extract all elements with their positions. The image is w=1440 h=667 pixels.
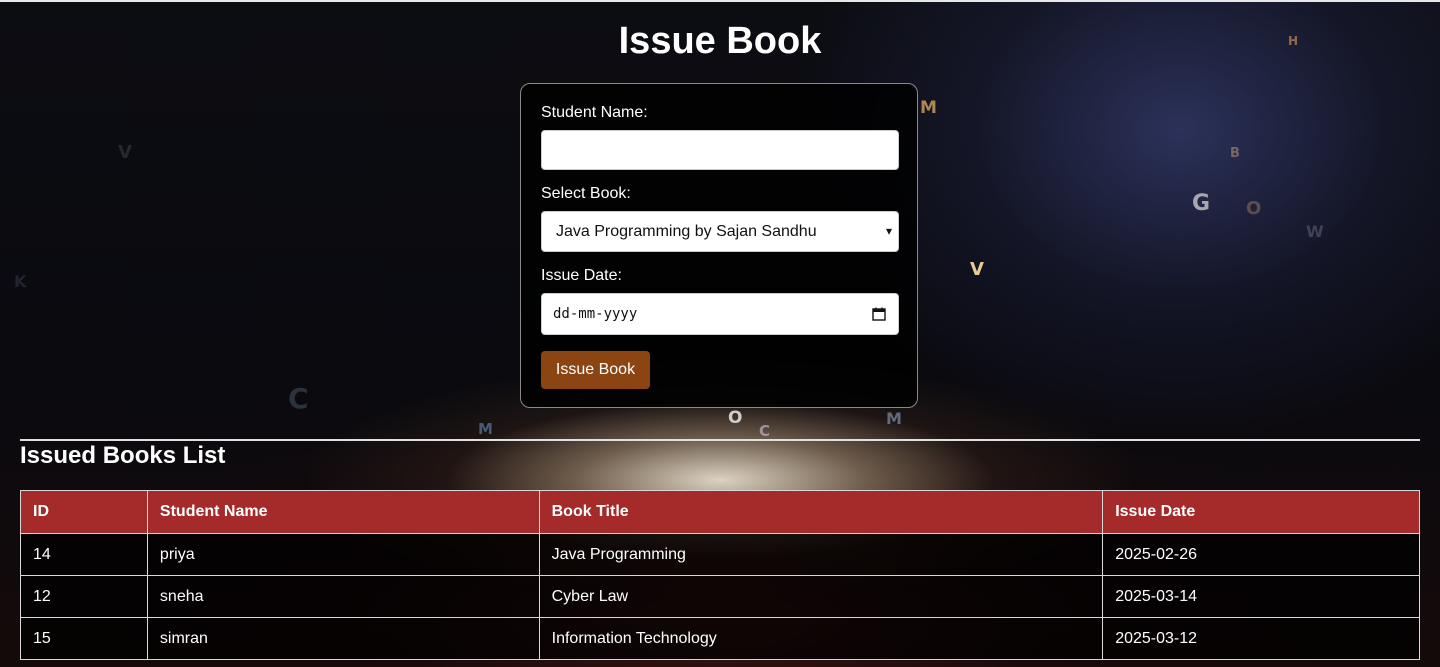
issued-books-title: Issued Books List — [20, 442, 226, 469]
background-letter: M — [478, 420, 493, 438]
issue-date-placeholder: dd-mm-yyyy — [553, 306, 638, 322]
background-letter: K — [14, 272, 27, 291]
background-letter: B — [1230, 146, 1240, 161]
calendar-icon[interactable] — [872, 307, 886, 321]
background-letter: V — [970, 259, 984, 280]
page-title: Issue Book — [618, 20, 822, 62]
cell-issue-date: 2025-03-14 — [1102, 575, 1420, 618]
background-letter: C — [759, 422, 771, 440]
cell-student-name: simran — [146, 617, 540, 660]
student-name-label: Student Name: — [541, 104, 648, 121]
background-letter: G — [1192, 191, 1211, 216]
column-header-book-title: Book Title — [538, 490, 1104, 534]
issued-books-table: ID Student Name Book Title Issue Date 14… — [20, 490, 1420, 660]
background-letter: M — [886, 409, 902, 428]
issue-book-button[interactable]: Issue Book — [541, 351, 650, 389]
book-select[interactable]: Java Programming by Sajan Sandhu ▾ — [541, 211, 899, 252]
issue-date-input[interactable]: dd-mm-yyyy — [541, 293, 899, 335]
cell-id: 15 — [20, 617, 148, 660]
background-letter: O — [1246, 198, 1262, 219]
issue-book-form: Student Name: Select Book: Java Programm… — [520, 83, 918, 408]
column-header-issue-date: Issue Date — [1102, 490, 1420, 534]
table-row: 14 priya Java Programming 2025-02-26 — [20, 533, 1420, 576]
cell-student-name: priya — [146, 533, 540, 576]
cell-book-title: Cyber Law — [538, 575, 1104, 618]
column-header-id: ID — [20, 490, 148, 534]
issue-date-label: Issue Date: — [541, 267, 622, 284]
cell-issue-date: 2025-03-12 — [1102, 617, 1420, 660]
cell-student-name: sneha — [146, 575, 540, 618]
cell-issue-date: 2025-02-26 — [1102, 533, 1420, 576]
section-divider — [20, 439, 1420, 441]
background-letter: W — [1306, 222, 1324, 241]
cell-book-title: Java Programming — [538, 533, 1104, 576]
table-row: 12 sneha Cyber Law 2025-03-14 — [20, 575, 1420, 618]
chevron-down-icon: ▾ — [885, 224, 892, 238]
column-header-student-name: Student Name — [146, 490, 540, 534]
background-letter: O — [728, 408, 743, 428]
table-row: 15 simran Information Technology 2025-03… — [20, 617, 1420, 660]
select-book-label: Select Book: — [541, 185, 631, 202]
selected-book-value: Java Programming by Sajan Sandhu — [556, 223, 817, 240]
background-letter: M — [920, 98, 937, 118]
background-letter: C — [288, 382, 309, 415]
background-letter: V — [118, 142, 132, 163]
cell-id: 12 — [20, 575, 148, 618]
cell-id: 14 — [20, 533, 148, 576]
table-header-row: ID Student Name Book Title Issue Date — [20, 490, 1420, 534]
cell-book-title: Information Technology — [538, 617, 1104, 660]
student-name-input[interactable] — [541, 130, 899, 170]
top-border — [0, 0, 1440, 2]
